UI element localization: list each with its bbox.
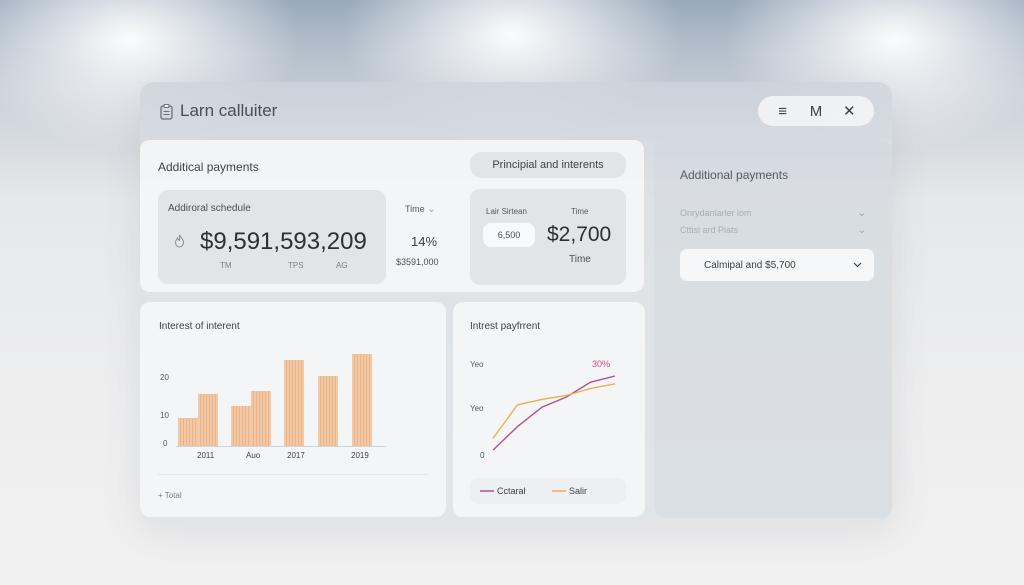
x-tick-label: Auo <box>246 451 261 460</box>
schedule-box: Addiroral schedule $9,591,593,209 TM TPS… <box>158 190 386 284</box>
schedule-label: Addiroral schedule <box>168 203 251 214</box>
principal-col2-label: Time <box>571 207 589 216</box>
x-tick-label: 2011 <box>197 451 215 460</box>
line-annotation: 30% <box>592 359 611 369</box>
maximize-button[interactable]: M <box>803 103 829 120</box>
clipboard-icon <box>160 104 173 120</box>
menu-button[interactable]: ≡ <box>770 103 796 120</box>
principal-amount-caption: Time <box>569 254 591 265</box>
app-title: Larn calluiter <box>180 101 278 120</box>
side-row-1[interactable]: Onrydanlarler iom ⌄ <box>680 208 866 222</box>
y-tick-label: 0 <box>480 451 485 460</box>
y-tick-label: 20 <box>160 373 169 382</box>
flame-icon <box>174 234 185 248</box>
schedule-amount: $9,591,593,209 <box>200 228 367 255</box>
line-legend: Cctaral Salir <box>470 478 626 504</box>
total-toggle[interactable]: + Total <box>158 491 182 500</box>
bar-4 <box>251 391 271 446</box>
chevron-down-icon: ⌄ <box>427 204 436 215</box>
plus-icon: + <box>158 491 163 500</box>
baseline-divider <box>158 474 428 475</box>
close-button[interactable]: ✕ <box>836 102 862 120</box>
y-tick-label: Yeo <box>470 360 484 369</box>
y-tick-label: Yeo <box>470 404 484 413</box>
schedule-footer-a: TM <box>220 261 232 270</box>
side-row-2[interactable]: Cttisi ard Piats ⌄ <box>680 225 866 239</box>
principal-input[interactable]: 6,500 <box>483 223 535 247</box>
principal-box: Lair Sirtean Time 6,500 $2,700 Time <box>470 189 626 285</box>
side-panel-title: Additional payments <box>680 168 789 182</box>
x-tick-label: 2019 <box>351 451 369 460</box>
principal-col1-label: Lair Sirtean <box>486 207 527 216</box>
schedule-footer-c: AG <box>336 261 348 270</box>
side-row-2-label: Cttisi ard Piats <box>680 225 739 235</box>
percent-value: 14% <box>411 234 438 249</box>
side-select[interactable]: Calmipal and $5,700 <box>680 249 874 281</box>
y-tick-label: 0 <box>163 439 168 448</box>
line-chart-title: Intrest payfrrent <box>470 321 541 332</box>
principal-amount: $2,700 <box>547 223 612 246</box>
chevron-down-icon: ⌄ <box>857 225 866 236</box>
legend-swatch-salir <box>552 490 566 492</box>
bar-chart-card: Interest of interent 20 10 0 2011 Auo 20… <box>140 302 446 517</box>
side-row-1-label: Onrydanlarler iom <box>680 208 752 218</box>
time-dropdown-label: Time <box>405 204 425 214</box>
line-chart-plot <box>492 375 616 451</box>
legend-label: Salir <box>569 486 588 496</box>
bar-1 <box>178 418 198 446</box>
principal-interest-label: Principial and interents <box>492 159 604 171</box>
line-series-1 <box>492 383 616 439</box>
bar-7 <box>352 354 372 446</box>
y-tick-label: 10 <box>160 411 169 420</box>
principal-input-value: 6,500 <box>497 230 521 240</box>
x-axis-line <box>176 446 386 447</box>
bar-6 <box>318 376 338 446</box>
time-dropdown[interactable]: Time ⌄ <box>405 204 436 215</box>
line-chart-card: Intrest payfrrent Yeo Yeo 0 30% Cctaral … <box>453 302 645 517</box>
side-panel: Additional payments Onrydanlarler iom ⌄ … <box>654 140 892 518</box>
schedule-footer-b: TPS <box>288 261 304 270</box>
legend-label: Cctaral <box>497 486 526 496</box>
bar-chart-title: Interest of interent <box>159 321 240 332</box>
chevron-down-icon: ⌄ <box>857 208 866 219</box>
window-controls: ≡ M ✕ <box>758 96 874 126</box>
bar-5 <box>284 360 304 446</box>
bar-chart-plot <box>176 348 386 446</box>
total-label: Total <box>164 491 182 500</box>
chevron-down-icon <box>853 262 862 268</box>
title-bar: Larn calluiter ≡ M ✕ <box>140 82 892 140</box>
principal-interest-button[interactable]: Principial and interents <box>470 152 626 178</box>
legend-swatch-cctaral <box>480 490 494 492</box>
x-tick-label: 2017 <box>287 451 305 460</box>
sub-amount: $3591,000 <box>396 257 439 267</box>
card-title: Additical payments <box>158 160 259 174</box>
side-select-value: Calmipal and $5,700 <box>704 260 796 271</box>
bar-2 <box>198 394 218 446</box>
bar-3 <box>231 406 251 446</box>
